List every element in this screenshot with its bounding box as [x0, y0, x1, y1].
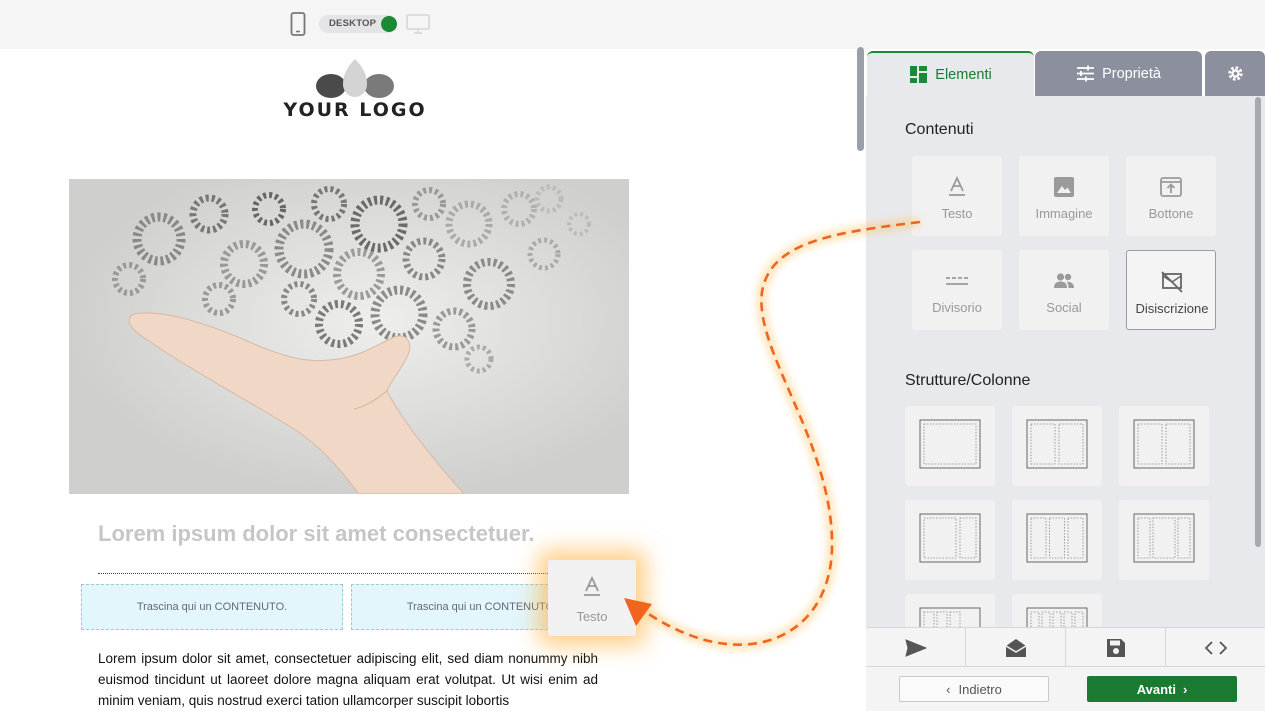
save-icon: [1106, 638, 1125, 657]
block-divider-label: Divisorio: [932, 300, 982, 315]
top-toolbar: DESKTOP: [0, 0, 1265, 49]
tab-properties[interactable]: Proprietà: [1035, 51, 1202, 96]
block-button[interactable]: Bottone: [1126, 156, 1216, 236]
divider-icon: [946, 277, 968, 285]
dashboard-icon: [910, 66, 928, 83]
layout-5-columns-icon: [1026, 607, 1088, 627]
drop-zone-left[interactable]: Trascina qui un CONTENUTO.: [81, 584, 343, 630]
panel-tabbar: Elementi Proprietà: [866, 49, 1265, 96]
tab-settings[interactable]: [1205, 51, 1265, 96]
logo-text: YOUR LOGO: [283, 99, 427, 121]
gear-icon: [1227, 66, 1243, 81]
device-toggle-label: DESKTOP: [329, 18, 377, 29]
panel-scrollbar[interactable]: [1255, 97, 1261, 547]
back-button-label: Indietro: [958, 681, 1002, 697]
text-icon: [584, 576, 600, 596]
toggle-knob: [381, 16, 397, 32]
structure-5-columns[interactable]: [1012, 594, 1102, 627]
block-text[interactable]: Testo: [912, 156, 1002, 236]
text-icon: [949, 175, 965, 196]
structures-title: Strutture/Colonne: [905, 372, 1031, 389]
structure-3-columns[interactable]: [1012, 500, 1102, 580]
sliders-icon: [1077, 65, 1095, 82]
logo-mark-icon: [316, 59, 394, 98]
structure-2-columns[interactable]: [1012, 406, 1102, 486]
device-toggle[interactable]: DESKTOP: [319, 15, 397, 33]
send-icon: [904, 638, 927, 657]
tab-elements-label: Elementi: [935, 66, 992, 83]
canvas-scrollbar[interactable]: [857, 47, 864, 151]
image-icon: [1054, 177, 1074, 197]
layout-2-columns-icon: [1026, 419, 1088, 469]
structure-4-columns[interactable]: [905, 594, 995, 627]
layout-3-columns-icon: [1026, 513, 1088, 563]
block-text-label: Testo: [941, 206, 973, 221]
send-button[interactable]: [866, 628, 966, 667]
hand-with-gears-illustration: [69, 179, 629, 494]
people-icon: [1054, 273, 1074, 288]
chevron-right-icon: ›: [1182, 681, 1188, 697]
logo[interactable]: YOUR LOGO: [279, 58, 431, 122]
block-unsubscribe-label: Disiscrizione: [1135, 301, 1209, 316]
structure-2-columns-alt[interactable]: [1119, 406, 1209, 486]
block-divider[interactable]: Divisorio: [912, 250, 1002, 330]
layout-4-columns-icon: [919, 607, 981, 627]
email-body-text[interactable]: Lorem ipsum dolor sit amet, consectetuer…: [98, 648, 598, 711]
block-social-label: Social: [1046, 300, 1082, 315]
envelope-open-icon: [1005, 638, 1026, 657]
tab-elements[interactable]: Elementi: [867, 51, 1034, 96]
block-button-label: Bottone: [1148, 206, 1194, 221]
button-icon: [1160, 177, 1182, 197]
email-headline[interactable]: Lorem ipsum dolor sit amet consectetuer.: [98, 521, 534, 547]
block-unsubscribe[interactable]: Disiscrizione: [1126, 250, 1216, 330]
unsubscribe-icon: [1161, 271, 1183, 293]
desktop-device-icon[interactable]: [406, 14, 430, 34]
layout-2-columns-alt-icon: [1133, 419, 1195, 469]
next-button-label: Avanti: [1136, 681, 1176, 697]
structure-1-column[interactable]: [905, 406, 995, 486]
contents-title: Contenuti: [905, 121, 974, 138]
mobile-device-icon[interactable]: [290, 12, 306, 36]
back-button[interactable]: ‹ Indietro: [899, 676, 1049, 702]
drag-ghost-text-block[interactable]: Testo: [548, 560, 636, 636]
block-image[interactable]: Immagine: [1019, 156, 1109, 236]
panel-action-bar: [866, 627, 1265, 667]
elements-panel: Elementi Proprietà Contenuti Testo Immag…: [866, 49, 1265, 711]
block-image-label: Immagine: [1035, 206, 1093, 221]
dotted-divider: [98, 573, 598, 574]
email-editor: DESKTOP YOUR LOGO Lorem ipsum dolor sit …: [0, 0, 1265, 711]
hero-image[interactable]: [69, 179, 629, 494]
tab-properties-label: Proprietà: [1102, 65, 1161, 82]
panel-nav-bar: ‹ Indietro Avanti ›: [866, 667, 1265, 711]
block-social[interactable]: Social: [1019, 250, 1109, 330]
structure-wide-narrow[interactable]: [905, 500, 995, 580]
save-button[interactable]: [1066, 628, 1166, 667]
code-icon: [1204, 640, 1227, 655]
code-view-button[interactable]: [1166, 628, 1265, 667]
drag-ghost-label: Testo: [576, 609, 608, 624]
layout-narrow-wide-narrow-icon: [1133, 513, 1195, 563]
layout-wide-narrow-icon: [919, 513, 981, 563]
layout-1-column-icon: [919, 419, 981, 469]
test-email-button[interactable]: [966, 628, 1066, 667]
structure-narrow-wide-narrow[interactable]: [1119, 500, 1209, 580]
next-button[interactable]: Avanti ›: [1087, 676, 1237, 702]
chevron-left-icon: ‹: [946, 681, 951, 697]
